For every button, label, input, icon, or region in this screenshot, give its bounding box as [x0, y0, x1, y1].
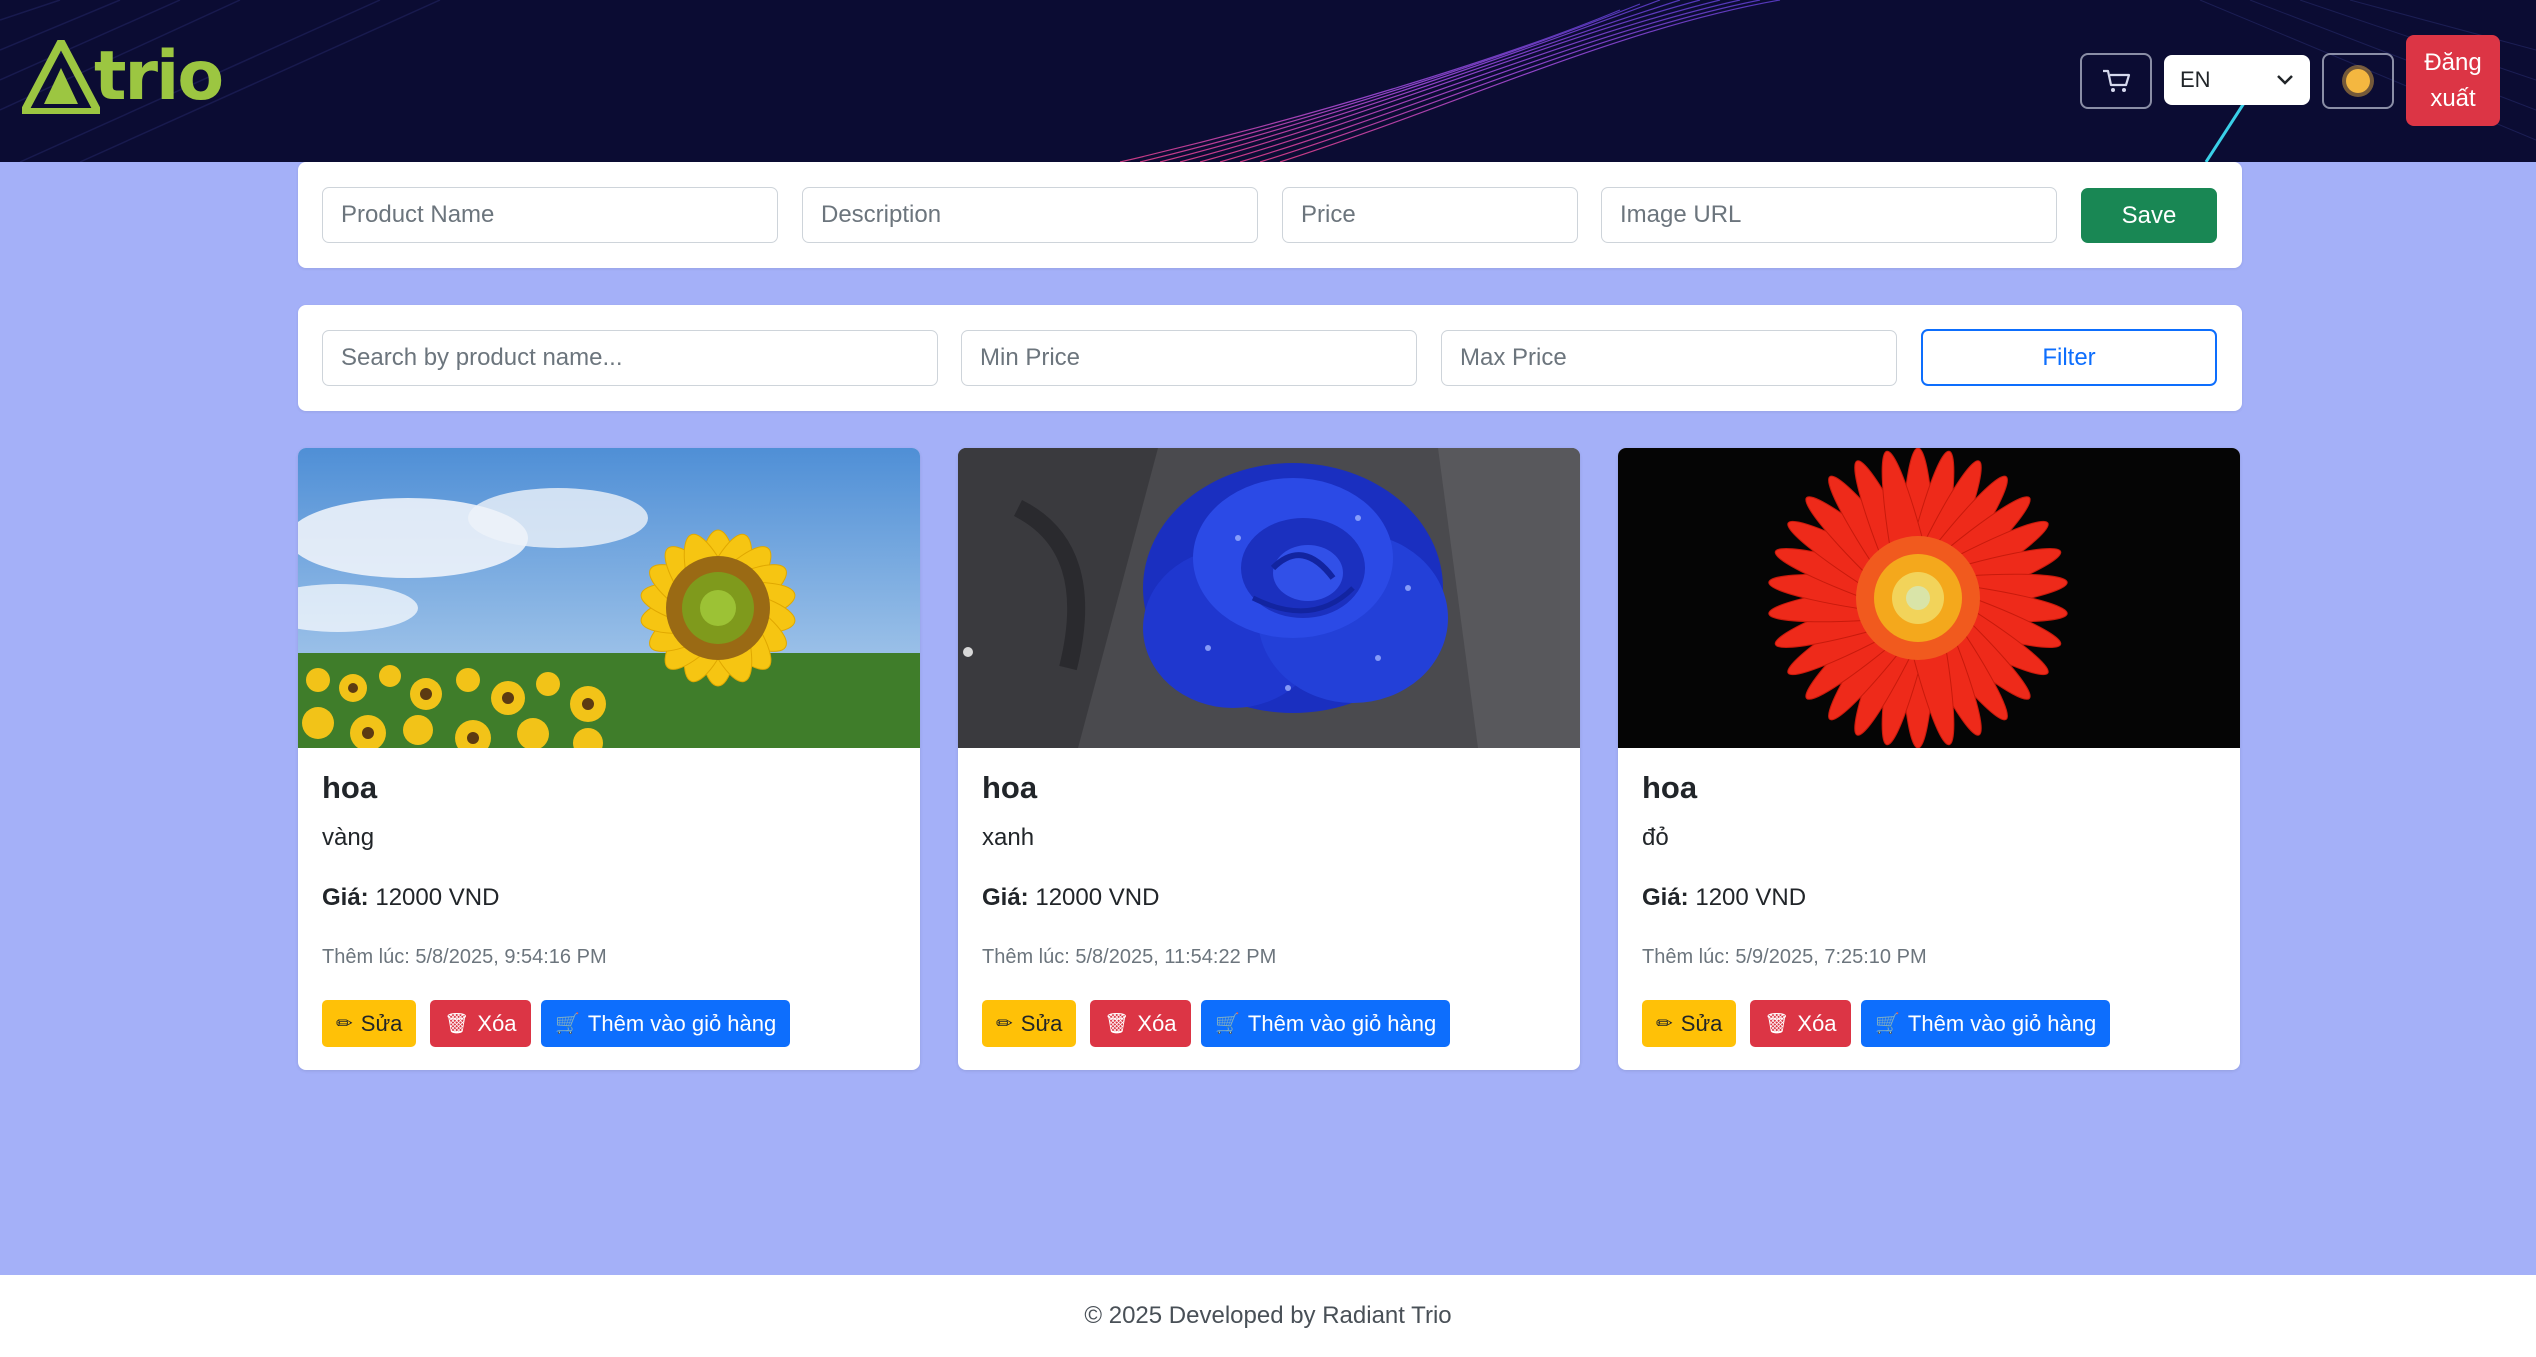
edit-label: Sửa: [1680, 1010, 1723, 1036]
delete-button[interactable]: 🗑 Xóa: [430, 1000, 531, 1047]
edit-label: Sửa: [360, 1010, 403, 1036]
delete-label: Xóa: [1797, 1010, 1837, 1036]
pencil-icon: ✏: [996, 1013, 1013, 1035]
price-label: Giá:: [982, 884, 1029, 911]
pencil-icon: ✏: [1656, 1013, 1673, 1035]
logo-text: trio: [94, 37, 224, 116]
product-card: hoa vàng Giá: 12000 VND Thêm lúc: 5/8/20…: [298, 448, 920, 1070]
app-header: trio EN Đăng xuất: [0, 0, 2536, 162]
product-price: Giá: 12000 VND: [322, 884, 499, 912]
chevron-down-icon: [2277, 75, 2293, 85]
cart-icon: 🛒: [1215, 1013, 1240, 1035]
product-description: vàng: [322, 824, 375, 851]
image-url-input[interactable]: Image URL: [1601, 187, 2057, 243]
filter-button[interactable]: Filter: [1921, 329, 2217, 386]
product-description: đỏ: [1642, 824, 1669, 851]
edit-button[interactable]: ✏ Sửa: [1642, 1000, 1737, 1047]
language-select[interactable]: EN: [2164, 55, 2310, 105]
product-card: hoa đỏ Giá: 1200 VND Thêm lúc: 5/9/2025,…: [1618, 448, 2240, 1070]
cart-icon: 🛒: [555, 1013, 580, 1035]
header-decoration: [0, 0, 2536, 162]
logout-button[interactable]: Đăng xuất: [2406, 35, 2500, 126]
trash-icon: 🗑: [1104, 1013, 1130, 1035]
footer-text: © 2025 Developed by Radiant Trio: [1084, 1302, 1452, 1329]
logo-triangle-icon: [22, 40, 100, 114]
product-price: Giá: 1200 VND: [1642, 884, 1806, 912]
trash-icon: 🗑: [1764, 1013, 1790, 1035]
delete-label: Xóa: [1137, 1010, 1177, 1036]
price-value: 12000 VND: [1035, 884, 1160, 911]
delete-button[interactable]: 🗑 Xóa: [1090, 1000, 1191, 1047]
product-card: hoa xanh Giá: 12000 VND Thêm lúc: 5/8/20…: [958, 448, 1580, 1070]
product-added-time: Thêm lúc: 5/8/2025, 11:54:22 PM: [982, 946, 1277, 968]
add-to-cart-label: Thêm vào giỏ hàng: [1907, 1010, 2097, 1036]
save-button[interactable]: Save: [2081, 188, 2217, 243]
product-image-sunflower: [298, 448, 920, 748]
description-input[interactable]: Description: [802, 187, 1258, 243]
edit-button[interactable]: ✏ Sửa: [322, 1000, 417, 1047]
cart-icon: [2103, 69, 2131, 92]
min-price-input[interactable]: Min Price: [961, 330, 1417, 386]
product-name-input[interactable]: Product Name: [322, 187, 778, 243]
add-to-cart-button[interactable]: 🛒 Thêm vào giỏ hàng: [1861, 1000, 2111, 1047]
cart-icon: 🛒: [1875, 1013, 1900, 1035]
page-footer: © 2025 Developed by Radiant Trio: [0, 1275, 2536, 1357]
delete-label: Xóa: [477, 1010, 517, 1036]
price-input[interactable]: Price: [1282, 187, 1578, 243]
price-label: Giá:: [1642, 884, 1689, 911]
product-added-time: Thêm lúc: 5/9/2025, 7:25:10 PM: [1642, 946, 1927, 968]
language-selected: EN: [2180, 67, 2211, 92]
product-name: hoa: [982, 770, 1038, 805]
add-to-cart-button[interactable]: 🛒 Thêm vào giỏ hàng: [541, 1000, 791, 1047]
price-label: Giá:: [322, 884, 369, 911]
edit-button[interactable]: ✏ Sửa: [982, 1000, 1077, 1047]
price-value: 1200 VND: [1695, 884, 1807, 911]
sun-icon: [2346, 69, 2370, 93]
product-added-time: Thêm lúc: 5/8/2025, 9:54:16 PM: [322, 946, 607, 968]
product-image-red-gerbera: [1618, 448, 2240, 748]
product-description: xanh: [982, 824, 1035, 851]
search-input[interactable]: Search by product name...: [322, 330, 938, 386]
filter-form: Search by product name... Min Price Max …: [298, 305, 2242, 411]
add-to-cart-label: Thêm vào giỏ hàng: [587, 1010, 777, 1036]
product-price: Giá: 12000 VND: [982, 884, 1159, 912]
product-image-blue-rose: [958, 448, 1580, 748]
cart-button[interactable]: [2080, 53, 2152, 109]
max-price-input[interactable]: Max Price: [1441, 330, 1897, 386]
price-value: 12000 VND: [375, 884, 500, 911]
pencil-icon: ✏: [336, 1013, 353, 1035]
brand-logo[interactable]: trio: [22, 37, 224, 116]
product-name: hoa: [1642, 770, 1698, 805]
trash-icon: 🗑: [444, 1013, 470, 1035]
product-name: hoa: [322, 770, 378, 805]
edit-label: Sửa: [1020, 1010, 1063, 1036]
add-to-cart-label: Thêm vào giỏ hàng: [1247, 1010, 1437, 1036]
theme-toggle-button[interactable]: [2322, 53, 2394, 109]
product-form: Product Name Description Price Image URL…: [298, 162, 2242, 268]
delete-button[interactable]: 🗑 Xóa: [1750, 1000, 1851, 1047]
add-to-cart-button[interactable]: 🛒 Thêm vào giỏ hàng: [1201, 1000, 1451, 1047]
